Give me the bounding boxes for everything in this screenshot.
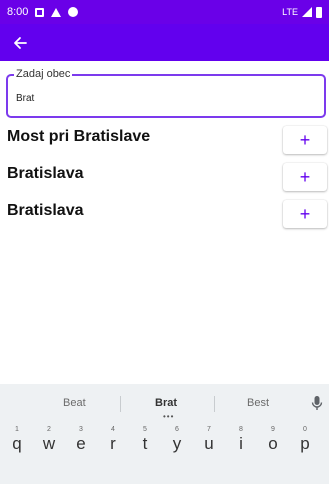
signal-icon	[302, 7, 312, 17]
list-item: Bratislava +	[0, 161, 329, 198]
add-button[interactable]: +	[283, 126, 327, 154]
key[interactable]: 8 i	[226, 424, 256, 458]
search-label: Zadaj obec	[14, 68, 73, 80]
search-field-container[interactable]: Zadaj obec	[6, 68, 326, 118]
key[interactable]: 9 o	[258, 424, 288, 458]
notification-square-icon	[35, 7, 45, 17]
key[interactable]: 4 r	[98, 424, 128, 458]
suggestion-item[interactable]: Best	[247, 397, 269, 409]
app-bar	[0, 24, 329, 61]
more-suggestions-dots: •••	[163, 412, 175, 421]
search-input[interactable]	[16, 93, 306, 104]
key[interactable]: 6 y	[162, 424, 192, 458]
suggestion-divider	[120, 396, 121, 412]
status-bar: 8:00 LTE	[0, 0, 329, 24]
back-button[interactable]	[8, 31, 32, 55]
keyboard-row-2	[0, 460, 329, 484]
suggestion-strip: Beat Brat ••• Best	[0, 384, 329, 422]
add-button[interactable]: +	[283, 200, 327, 228]
key[interactable]: 5 t	[130, 424, 160, 458]
add-button[interactable]: +	[283, 163, 327, 191]
results-list: Most pri Bratislave + Bratislava + Brati…	[0, 124, 329, 235]
list-item: Most pri Bratislave +	[0, 124, 329, 161]
key[interactable]: 3 e	[66, 424, 96, 458]
result-name: Most pri Bratislave	[7, 128, 151, 145]
battery-icon	[316, 6, 322, 18]
key[interactable]: 0 p	[290, 424, 320, 458]
notification-warning-icon	[51, 7, 62, 17]
key[interactable]: 7 u	[194, 424, 224, 458]
result-name: Bratislava	[7, 165, 84, 182]
suggestion-item[interactable]: Beat	[63, 397, 86, 409]
suggestion-divider	[214, 396, 215, 412]
list-item: Bratislava +	[0, 198, 329, 235]
notification-circle-icon	[68, 7, 79, 17]
keyboard: Beat Brat ••• Best 1 q 2 w 3 e 4 r 5 t 6…	[0, 384, 329, 484]
network-type: LTE	[282, 7, 298, 17]
result-name: Bratislava	[7, 202, 84, 219]
arrow-back-icon	[14, 36, 27, 49]
microphone-icon[interactable]	[311, 395, 323, 411]
key[interactable]: 1 q	[2, 424, 32, 458]
keyboard-row-1: 1 q 2 w 3 e 4 r 5 t 6 y 7 u 8 i 9 o 0 p	[0, 424, 329, 458]
suggestion-item[interactable]: Brat	[155, 397, 177, 409]
key[interactable]: 2 w	[34, 424, 64, 458]
status-time: 8:00	[7, 6, 29, 18]
